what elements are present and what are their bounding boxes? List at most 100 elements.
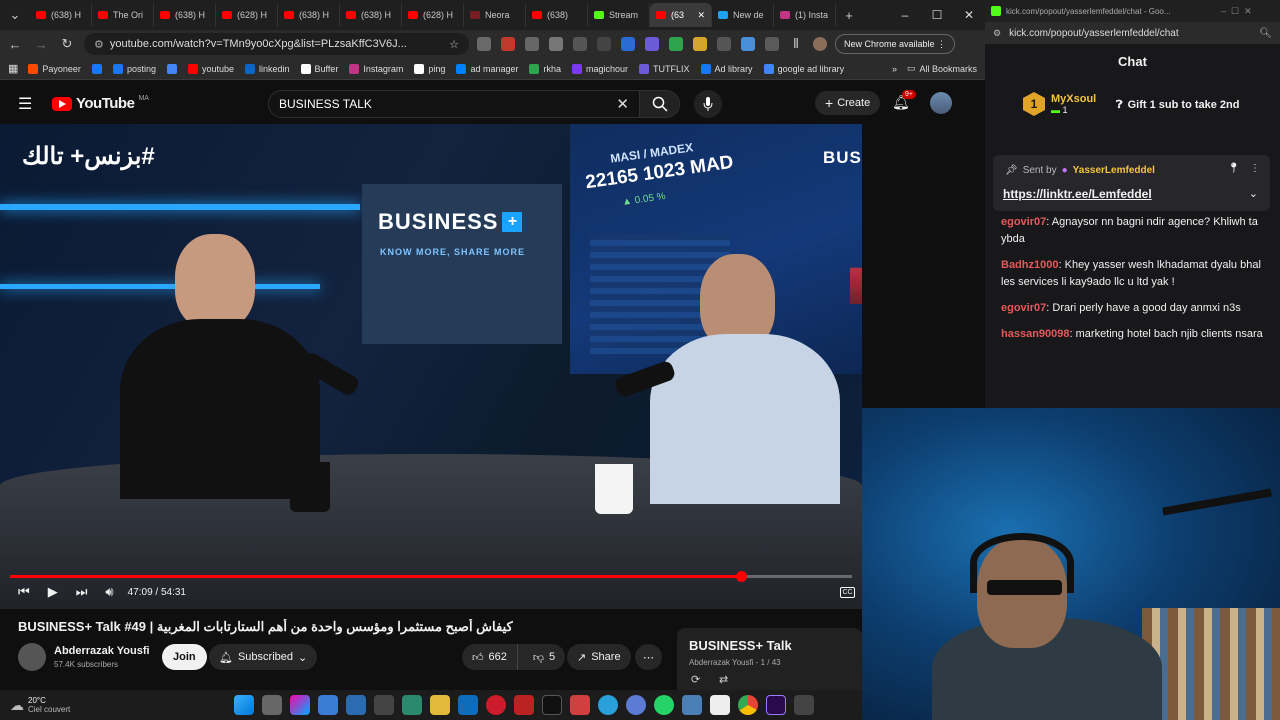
extension-icon[interactable] bbox=[549, 37, 563, 51]
extension-icon[interactable] bbox=[621, 37, 635, 51]
bookmark-item[interactable]: posting bbox=[112, 63, 156, 74]
video-progress-bar[interactable] bbox=[10, 571, 852, 582]
browser-tab[interactable]: (638) H bbox=[278, 3, 340, 27]
reload-icon[interactable]: ↻ bbox=[58, 36, 76, 52]
browser-tab[interactable]: (63 ✕ bbox=[650, 3, 712, 27]
app-icon[interactable] bbox=[346, 695, 366, 715]
bookmark-item[interactable] bbox=[166, 63, 177, 74]
bookmark-item[interactable]: TUTFLIX bbox=[639, 63, 690, 74]
zoom-icon[interactable]: 🔍︎ bbox=[1259, 28, 1272, 39]
task-view-icon[interactable] bbox=[262, 695, 282, 715]
back-icon[interactable]: ← bbox=[6, 37, 24, 52]
extension-icon[interactable] bbox=[525, 37, 539, 51]
kick-url-bar[interactable]: ⚙ kick.com/popout/yasserlemfeddel/chat 🔍… bbox=[985, 22, 1280, 44]
apps-grid-icon[interactable]: ▦ bbox=[8, 62, 18, 75]
top-gifter[interactable]: 1 MyXsoul ▬ 1 bbox=[1023, 92, 1096, 116]
video-player[interactable]: MASI / MADEX 22165 1023 MAD ▲ 0.05 % BUS… bbox=[0, 124, 862, 609]
app-icon[interactable] bbox=[626, 695, 646, 715]
whatsapp-icon[interactable] bbox=[654, 695, 674, 715]
gift-sub-cta[interactable]: ❓︎ Gift 1 sub to take 2nd bbox=[1116, 99, 1239, 112]
bookmark-item[interactable]: youtube bbox=[187, 63, 234, 74]
extension-icon[interactable] bbox=[693, 37, 707, 51]
notion-icon[interactable] bbox=[710, 695, 730, 715]
browser-tab[interactable]: (638) bbox=[526, 3, 588, 27]
browser-tab[interactable]: (638) H bbox=[30, 3, 92, 27]
bookmark-item[interactable]: Ad library bbox=[700, 63, 753, 74]
share-button[interactable]: ↗ Share bbox=[567, 644, 631, 670]
url-bar[interactable]: ⚙ youtube.com/watch?v=TMn9yo0cXpg&list=P… bbox=[84, 33, 469, 55]
start-icon[interactable] bbox=[234, 695, 254, 715]
dislike-button[interactable]: 👎︎ 5 bbox=[523, 651, 565, 664]
telegram-icon[interactable] bbox=[598, 695, 618, 715]
extension-icon[interactable] bbox=[741, 37, 755, 51]
loop-icon[interactable]: ⟳ bbox=[691, 673, 700, 686]
app-icon[interactable] bbox=[318, 695, 338, 715]
bookmark-item[interactable]: Buffer bbox=[300, 63, 338, 74]
kick-close-button[interactable]: ✕ bbox=[1244, 6, 1252, 17]
channel-name[interactable]: Abderrazak Yousfi bbox=[54, 645, 150, 657]
youtube-logo[interactable]: YouTube MA bbox=[52, 95, 149, 112]
search-button[interactable] bbox=[640, 90, 680, 118]
pinned-expand-icon[interactable]: ⌄ bbox=[1249, 187, 1258, 200]
browser-tab[interactable]: (628) H bbox=[402, 3, 464, 27]
bookmarks-overflow-icon[interactable]: » bbox=[892, 64, 897, 74]
extension-icon[interactable] bbox=[501, 37, 515, 51]
extension-icon[interactable] bbox=[573, 37, 587, 51]
tiktok-icon[interactable] bbox=[542, 695, 562, 715]
browser-tab[interactable]: Stream bbox=[588, 3, 650, 27]
puzzle-icon[interactable] bbox=[765, 37, 779, 51]
browser-tab[interactable]: Neora bbox=[464, 3, 526, 27]
pinned-pin-button[interactable]: 📍︎ bbox=[1227, 163, 1240, 174]
browser-tab[interactable]: New de bbox=[712, 3, 774, 27]
chrome-icon[interactable] bbox=[738, 695, 758, 715]
browser-tab[interactable]: The Ori bbox=[92, 3, 154, 27]
kick-maximize-button[interactable]: ☐ bbox=[1231, 6, 1239, 17]
premiere-icon[interactable] bbox=[766, 695, 786, 715]
progress-scrubber[interactable] bbox=[735, 571, 747, 582]
bookmark-item[interactable]: linkedin bbox=[245, 63, 290, 74]
edge-icon[interactable] bbox=[402, 695, 422, 715]
pinned-link[interactable]: https://linktr.ee/Lemfeddel bbox=[1003, 187, 1152, 201]
tab-search-icon[interactable]: ⌄ bbox=[6, 7, 24, 23]
play-icon[interactable]: ▶ bbox=[48, 584, 58, 600]
volume-icon[interactable]: 🔊︎ bbox=[105, 584, 113, 600]
profile-avatar[interactable] bbox=[813, 37, 827, 51]
app-icon[interactable] bbox=[570, 695, 590, 715]
app-icon[interactable] bbox=[794, 695, 814, 715]
bookmark-item[interactable]: ping bbox=[414, 63, 445, 74]
minimize-button[interactable]: – bbox=[889, 8, 921, 22]
copilot-icon[interactable] bbox=[290, 695, 310, 715]
weather-widget[interactable]: ☁ 20°C Ciel couvert bbox=[0, 696, 230, 714]
extension-icon[interactable] bbox=[597, 37, 611, 51]
bookmark-item[interactable] bbox=[91, 63, 102, 74]
file-explorer-icon[interactable] bbox=[430, 695, 450, 715]
previous-icon[interactable]: ⏮ bbox=[18, 584, 30, 600]
extension-icon[interactable] bbox=[477, 37, 491, 51]
close-window-button[interactable]: ✕ bbox=[953, 8, 985, 22]
forward-icon[interactable]: → bbox=[32, 37, 50, 52]
shuffle-icon[interactable]: ⇄ bbox=[719, 673, 728, 686]
like-button[interactable]: 👍︎ 662 bbox=[462, 644, 518, 670]
clear-search-icon[interactable]: ✕ bbox=[616, 95, 629, 113]
app-icon[interactable] bbox=[374, 695, 394, 715]
chat-username[interactable]: Badhz1000 bbox=[1001, 259, 1058, 271]
join-button[interactable]: Join bbox=[162, 644, 207, 670]
search-input[interactable]: BUSINESS TALK ✕ bbox=[268, 90, 640, 118]
chrome-update-button[interactable]: New Chrome available ⋮ bbox=[835, 34, 956, 54]
subscribed-button[interactable]: 🔔︎ Subscribed ⌄ bbox=[209, 644, 318, 670]
maximize-button[interactable]: ☐ bbox=[921, 8, 953, 22]
kick-minimize-button[interactable]: – bbox=[1221, 6, 1226, 16]
pinned-more-button[interactable]: ⋮ bbox=[1250, 163, 1260, 174]
channel-avatar[interactable] bbox=[18, 643, 46, 671]
app-icon[interactable] bbox=[682, 695, 702, 715]
chat-username[interactable]: egovir07 bbox=[1001, 302, 1046, 314]
site-info-icon[interactable]: ⚙ bbox=[94, 38, 104, 51]
sidebar-icon[interactable]: ⫴ bbox=[787, 36, 805, 52]
site-settings-icon[interactable]: ⚙ bbox=[993, 28, 1001, 39]
bookmark-item[interactable]: Instagram bbox=[349, 63, 403, 74]
browser-tab[interactable]: (628) H bbox=[216, 3, 278, 27]
new-tab-button[interactable]: + bbox=[840, 8, 858, 23]
captions-icon[interactable]: CC bbox=[840, 587, 855, 598]
browser-tab[interactable]: (638) H bbox=[340, 3, 402, 27]
account-avatar[interactable] bbox=[930, 92, 952, 114]
